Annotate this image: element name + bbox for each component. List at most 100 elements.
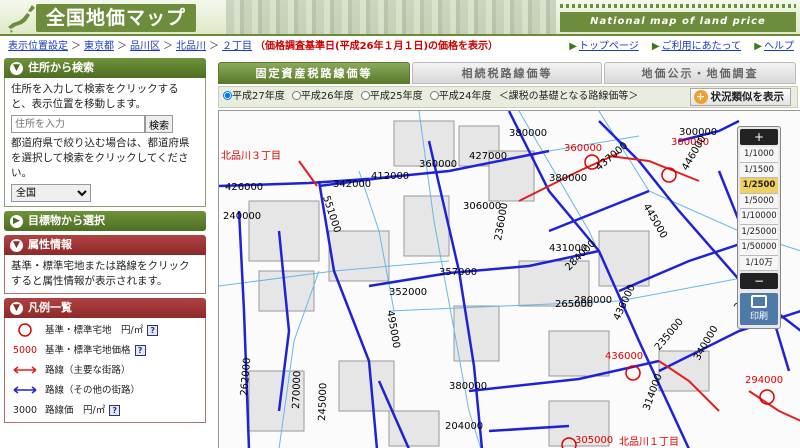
year-label: 平成25年度 — [369, 91, 423, 102]
route-value[interactable]: 204000 — [445, 421, 483, 432]
route-value[interactable]: 360000 — [419, 159, 457, 170]
price-point-label[interactable]: 294000 — [745, 375, 783, 386]
legend-header[interactable]: ▼ 凡例一覧 — [4, 298, 206, 318]
legend-item: 路線（その他の街路） — [9, 380, 201, 400]
site-subtitle-english: National map of land price — [560, 12, 796, 32]
prefecture-select[interactable]: 全国 — [11, 184, 91, 202]
price-basis-note: （価格調査基準日(平成26年１月１日)の価格を表示） — [255, 41, 499, 52]
zoom-level-option[interactable]: 1/25000 — [740, 224, 778, 240]
help-icon[interactable]: ? — [134, 344, 146, 356]
chevron-right-icon: ▶ — [10, 214, 23, 228]
route-value[interactable]: 380000 — [549, 173, 587, 184]
landmark-select-title: 目標物から選択 — [28, 214, 105, 227]
year-option[interactable]: 平成26年度 — [291, 91, 354, 102]
legend-symbol: 5000 — [12, 344, 38, 356]
search-button[interactable]: 検索 — [145, 115, 173, 133]
tab-fixed-asset-tax[interactable]: 固定資産税路線価等 — [218, 62, 410, 84]
price-point[interactable] — [661, 167, 677, 183]
breadcrumb-item-town[interactable]: 北品川 — [176, 41, 206, 52]
year-selector-bar: 平成27年度 平成26年度 平成25年度 平成24年度 ＜課税の基礎となる路線価… — [218, 86, 798, 108]
route-value[interactable]: 270000 — [291, 371, 303, 410]
route-value[interactable]: 342000 — [333, 179, 371, 190]
left-panel: ▼ 住所から検索 住所を入力して検索をクリックすると、表示位置を移動します。 検… — [4, 58, 206, 448]
help-icon[interactable]: ? — [109, 404, 121, 416]
legend-symbol: 3000 — [12, 404, 38, 416]
route-value[interactable]: 412000 — [371, 171, 409, 182]
zoom-level-option[interactable]: 1/10万 — [740, 255, 778, 271]
tab-inheritance-tax[interactable]: 相続税路線価等 — [412, 62, 602, 84]
zoom-level-option[interactable]: 1/10000 — [740, 209, 778, 225]
attributes-header[interactable]: ▼ 属性情報 — [4, 235, 206, 255]
print-button[interactable]: 印刷 — [740, 293, 778, 325]
chevron-down-icon: ▼ — [10, 238, 23, 252]
landmark-select-header[interactable]: ▶ 目標物から選択 — [4, 211, 206, 231]
year-label: 平成26年度 — [300, 91, 354, 102]
zoom-level-option[interactable]: 1/1000 — [740, 147, 778, 163]
zoom-level-option[interactable]: 1/2500 — [740, 178, 778, 194]
top-page-link[interactable]: トップページ — [579, 41, 639, 52]
help-icon[interactable]: ? — [147, 324, 159, 336]
year-option[interactable]: 平成25年度 — [360, 91, 423, 102]
address-input[interactable] — [11, 115, 145, 133]
route-value[interactable]: 265000 — [555, 299, 593, 310]
area-label: 北品川１丁目 — [619, 436, 679, 448]
year-radio[interactable] — [429, 91, 439, 100]
printer-icon — [751, 295, 767, 308]
route-value[interactable]: 357000 — [439, 267, 477, 278]
map-viewport[interactable]: 360000 300000 436000 294000 305000 北品川３丁… — [218, 110, 800, 448]
tax-basis-note: ＜課税の基礎となる路線価等＞ — [498, 91, 639, 102]
route-value[interactable]: 495000 — [384, 310, 401, 350]
attributes-body: 基準・標準宅地または路線をクリックすると属性情報が表示されます。 — [4, 255, 206, 294]
zoom-level-option[interactable]: 1/50000 — [740, 240, 778, 256]
map-tabs: 固定資産税路線価等 相続税路線価等 地価公示・地価調査 — [218, 62, 798, 84]
breadcrumb-item-ward[interactable]: 品川区 — [130, 41, 160, 52]
breadcrumb-item-prefecture[interactable]: 東京都 — [84, 41, 114, 52]
plus-icon: + — [693, 90, 708, 104]
price-point-label[interactable]: 360000 — [564, 143, 602, 154]
tab-public-land-price[interactable]: 地価公示・地価調査 — [604, 62, 796, 84]
breadcrumb-item-chome[interactable]: ２丁目 — [222, 41, 252, 52]
zoom-level-option[interactable]: 1/5000 — [740, 193, 778, 209]
zoom-out-button[interactable]: − — [740, 273, 778, 289]
year-option[interactable]: 平成24年度 — [429, 91, 492, 102]
help-link[interactable]: ヘルプ — [764, 41, 794, 52]
year-option[interactable]: 平成27年度 — [223, 91, 285, 102]
zoom-in-button[interactable]: + — [740, 129, 778, 145]
route-value[interactable]: 245000 — [317, 383, 329, 422]
map-canvas[interactable]: 360000 300000 436000 294000 305000 北品川３丁… — [219, 111, 800, 448]
price-point-label[interactable]: 305000 — [575, 435, 613, 446]
address-search-body: 住所を入力して検索をクリックすると、表示位置を移動します。 検索 都道府県で絞り… — [4, 78, 206, 207]
route-value[interactable]: 352000 — [389, 287, 427, 298]
legend-label: 基準・標準宅地価格 — [45, 344, 131, 356]
price-point-label[interactable]: 436000 — [605, 351, 643, 362]
year-radio[interactable] — [291, 91, 301, 100]
show-similar-button[interactable]: + 状況類似を表示 — [689, 88, 791, 106]
route-value[interactable]: 240000 — [223, 211, 261, 222]
route-value[interactable]: 426000 — [225, 182, 263, 193]
route-value[interactable]: 427000 — [469, 151, 507, 162]
zoom-level-option[interactable]: 1/1500 — [740, 162, 778, 178]
building — [338, 360, 395, 412]
legend-label: 路線（主要な街路） — [45, 364, 131, 376]
header-stripe — [560, 4, 796, 8]
year-radio[interactable] — [223, 91, 232, 100]
route-value[interactable]: 380000 — [449, 381, 487, 392]
year-label: 平成24年度 — [438, 91, 492, 102]
building — [598, 230, 650, 287]
site-title[interactable]: 全国地価マップ — [36, 4, 197, 32]
display-setting-link[interactable]: 表示位置設定 — [8, 41, 68, 52]
legend-item: 5000 基準・標準宅地価格 ? — [9, 340, 201, 360]
route-value[interactable]: 380000 — [509, 128, 547, 139]
route-value[interactable]: 235000 — [653, 317, 686, 353]
route-value[interactable]: 306000 — [463, 201, 501, 212]
prefecture-help: 都道府県で絞り込む場合は、都道府県を選択して検索をクリックしてください。 — [11, 137, 190, 179]
breadcrumb-bar: 表示位置設定＞東京都＞品川区＞北品川＞ ２丁目 （価格調査基準日(平成26年１月１日… — [0, 38, 800, 56]
usage-link[interactable]: ご利用にあたって — [662, 41, 742, 52]
address-search-header[interactable]: ▼ 住所から検索 — [4, 58, 206, 78]
building — [388, 410, 440, 447]
legend-label: 路線（その他の街路） — [45, 384, 141, 396]
arrow-icon: ▶ — [754, 41, 762, 52]
breadcrumb: 表示位置設定＞東京都＞品川区＞北品川＞ ２丁目 （価格調査基準日(平成26年１月１日… — [8, 41, 499, 52]
year-radio[interactable] — [360, 91, 370, 100]
legend-item: 基準・標準宅地 円/㎡ ? — [9, 320, 201, 340]
